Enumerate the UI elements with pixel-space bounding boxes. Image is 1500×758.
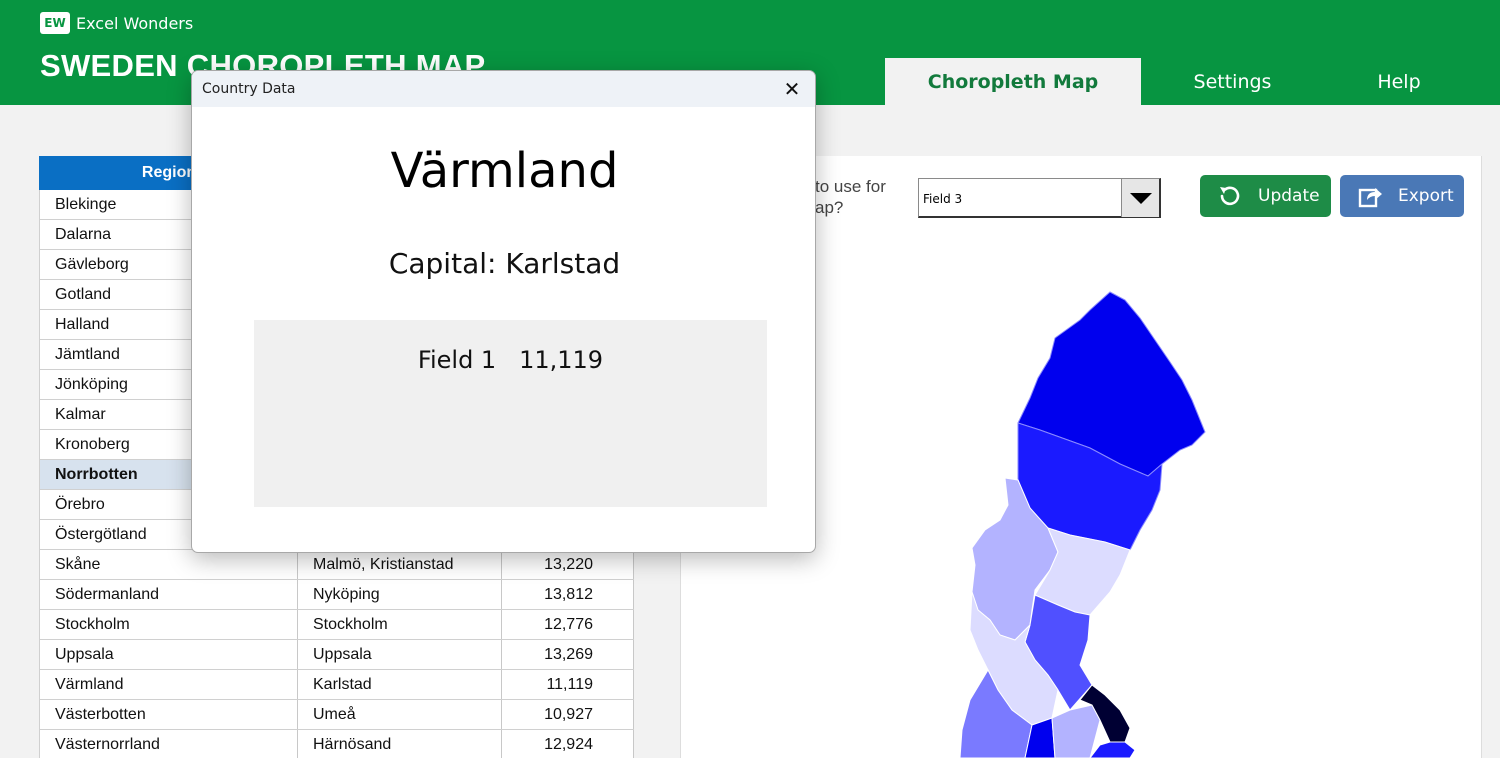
field-question-line2: ap? xyxy=(815,198,844,217)
field-select[interactable]: Field 3 xyxy=(918,178,1161,218)
table-row[interactable]: Uppsala Uppsala 13,269 xyxy=(39,640,634,670)
table-row[interactable]: Västernorrland Härnösand 12,924 xyxy=(39,730,634,758)
region-cell: Västernorrland xyxy=(40,730,298,758)
table-row[interactable]: Värmland Karlstad 11,119 xyxy=(39,670,634,700)
region-cell: Västerbotten xyxy=(40,700,298,729)
update-button[interactable]: Update xyxy=(1200,175,1331,217)
region-cell: Södermanland xyxy=(40,580,298,609)
tab-settings[interactable]: Settings xyxy=(1141,58,1324,105)
table-row[interactable]: Västerbotten Umeå 10,927 xyxy=(39,700,634,730)
region-cell: Skåne xyxy=(40,550,298,579)
export-button-label: Export xyxy=(1398,186,1454,206)
table-row[interactable]: Stockholm Stockholm 12,776 xyxy=(39,610,634,640)
update-button-label: Update xyxy=(1258,186,1320,206)
export-icon xyxy=(1356,182,1384,210)
table-row[interactable]: Södermanland Nyköping 13,812 xyxy=(39,580,634,610)
close-icon[interactable]: ✕ xyxy=(781,77,803,101)
value-cell: 13,220 xyxy=(502,550,634,579)
refresh-icon xyxy=(1216,182,1244,210)
region-cell: Uppsala xyxy=(40,640,298,669)
tab-choropleth-map[interactable]: Choropleth Map xyxy=(885,58,1141,105)
capital-cell: Uppsala xyxy=(298,640,502,669)
value-cell: 12,924 xyxy=(502,730,634,758)
value-cell: 12,776 xyxy=(502,610,634,639)
chevron-down-icon xyxy=(1129,192,1152,204)
dialog-capital: Capital: Karlstad xyxy=(388,247,621,280)
region-cell: Värmland xyxy=(40,670,298,699)
table-row[interactable]: Skåne Malmö, Kristianstad 13,220 xyxy=(39,550,634,580)
field-select-value: Field 3 xyxy=(923,192,963,206)
region-vastmanland[interactable] xyxy=(1051,704,1101,758)
country-data-dialog: Country Data ✕ Värmland Capital: Karlsta… xyxy=(191,70,816,553)
capital-cell: Umeå xyxy=(298,700,502,729)
dialog-title: Country Data xyxy=(202,81,296,97)
capital-cell: Stockholm xyxy=(298,610,502,639)
capital-cell: Karlstad xyxy=(298,670,502,699)
capital-cell: Härnösand xyxy=(298,730,502,758)
dropdown-button[interactable] xyxy=(1121,179,1159,217)
field-question: to use for ap? xyxy=(815,176,886,218)
brand-name: Excel Wonders xyxy=(76,13,194,33)
sweden-map[interactable] xyxy=(930,280,1210,758)
dialog-field-panel: Field 1 11,119 xyxy=(254,320,767,507)
dialog-field-label: Field 1 xyxy=(417,346,497,374)
region-cell: Stockholm xyxy=(40,610,298,639)
dialog-region-name: Värmland xyxy=(390,143,619,199)
dialog-titlebar: Country Data xyxy=(192,71,815,107)
value-cell: 10,927 xyxy=(502,700,634,729)
value-cell: 11,119 xyxy=(502,670,634,699)
capital-cell: Nyköping xyxy=(298,580,502,609)
capital-cell: Malmö, Kristianstad xyxy=(298,550,502,579)
dialog-field-row: Field 1 11,119 xyxy=(254,346,767,374)
field-question-line1: to use for xyxy=(815,177,886,196)
export-button[interactable]: Export xyxy=(1340,175,1464,217)
value-cell: 13,269 xyxy=(502,640,634,669)
value-cell: 13,812 xyxy=(502,580,634,609)
region-stockholm[interactable] xyxy=(1089,741,1136,758)
brand-badge: EW xyxy=(40,12,70,34)
dialog-field-value: 11,119 xyxy=(519,346,604,374)
tab-help[interactable]: Help xyxy=(1324,58,1474,105)
brand-logo: EW Excel Wonders xyxy=(40,12,193,34)
